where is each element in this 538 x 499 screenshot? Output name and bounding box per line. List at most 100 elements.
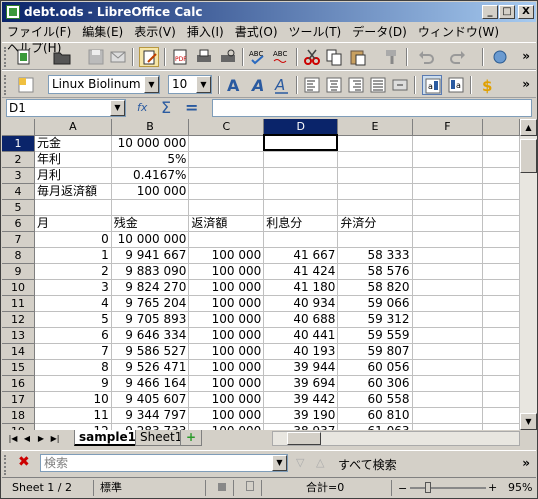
cell-empty[interactable] xyxy=(482,311,520,328)
cell-e8[interactable]: 58 333 xyxy=(337,247,413,264)
toolbar-overflow-icon[interactable]: » xyxy=(522,456,530,470)
cell-c19[interactable]: 100 000 xyxy=(188,423,265,430)
row-header[interactable]: 6 xyxy=(2,215,36,232)
cell-b15[interactable]: 9 526 471 xyxy=(111,359,190,376)
email-icon[interactable] xyxy=(108,47,128,67)
row-header[interactable]: 15 xyxy=(2,359,36,376)
cell-d7[interactable] xyxy=(263,231,339,248)
cell-b17[interactable]: 9 405 607 xyxy=(111,391,190,408)
zoom-out-icon[interactable]: − xyxy=(398,482,407,495)
paste-icon[interactable] xyxy=(348,47,368,67)
menu-format[interactable]: 書式(O) xyxy=(230,23,284,39)
cell-b14[interactable]: 9 586 527 xyxy=(111,343,190,360)
cell-e15[interactable]: 60 056 xyxy=(337,359,413,376)
cell-a9[interactable]: 2 xyxy=(34,263,112,280)
cell-empty[interactable] xyxy=(482,343,520,360)
row-header[interactable]: 3 xyxy=(2,167,36,184)
column-header-f[interactable]: F xyxy=(412,119,484,136)
zoom-in-icon[interactable]: + xyxy=(488,481,497,494)
cell-empty[interactable] xyxy=(412,167,484,184)
spellcheck-icon[interactable]: ABC xyxy=(248,47,268,67)
open-folder-icon[interactable] xyxy=(52,47,72,67)
cell-d13[interactable]: 40 441 xyxy=(263,327,339,344)
cell-b16[interactable]: 9 466 164 xyxy=(111,375,190,392)
column-header-b[interactable]: B xyxy=(111,119,190,136)
menu-edit[interactable]: 編集(E) xyxy=(77,23,129,39)
chevron-down-icon[interactable]: ▼ xyxy=(110,100,125,116)
cell-c10[interactable]: 100 000 xyxy=(188,279,265,296)
row-header[interactable]: 2 xyxy=(2,151,36,168)
cell-empty[interactable] xyxy=(412,231,484,248)
cell-b11[interactable]: 9 765 204 xyxy=(111,295,190,312)
cell-a8[interactable]: 1 xyxy=(34,247,112,264)
cell-b12[interactable]: 9 705 893 xyxy=(111,311,190,328)
cell-e12[interactable]: 59 312 xyxy=(337,311,413,328)
cell-d15[interactable]: 39 944 xyxy=(263,359,339,376)
prev-sheet-icon[interactable]: ◀ xyxy=(20,431,34,446)
scroll-thumb[interactable] xyxy=(520,139,537,173)
insert-mode-icon[interactable] xyxy=(214,480,234,496)
cell-empty[interactable] xyxy=(482,263,520,280)
column-header-e[interactable]: E xyxy=(337,119,413,136)
row-header[interactable]: 14 xyxy=(2,343,36,360)
cell-d6[interactable]: 利息分 xyxy=(263,215,339,232)
minimize-button[interactable]: _ xyxy=(482,5,498,19)
cell-d3[interactable] xyxy=(263,167,339,184)
cell-a15[interactable]: 8 xyxy=(34,359,112,376)
italic-icon[interactable]: A xyxy=(248,75,268,95)
print-preview-icon[interactable] xyxy=(218,47,238,67)
cell-e9[interactable]: 58 576 xyxy=(337,263,413,280)
cell-b1[interactable]: 10 000 000 xyxy=(111,135,190,152)
cell-empty[interactable] xyxy=(482,327,520,344)
justify-icon[interactable] xyxy=(368,75,388,95)
vertical-scrollbar[interactable]: ▲ ▼ xyxy=(520,119,537,430)
cell-c15[interactable]: 100 000 xyxy=(188,359,265,376)
cell-c16[interactable]: 100 000 xyxy=(188,375,265,392)
chevron-down-icon[interactable]: ▼ xyxy=(196,76,211,93)
cell-d16[interactable]: 39 694 xyxy=(263,375,339,392)
cell-empty[interactable] xyxy=(412,311,484,328)
ltr-icon[interactable]: a xyxy=(422,75,442,95)
cell-d2[interactable] xyxy=(263,151,339,168)
cell-d10[interactable]: 41 180 xyxy=(263,279,339,296)
row-header[interactable]: 13 xyxy=(2,327,36,344)
cell-c14[interactable]: 100 000 xyxy=(188,343,265,360)
row-header[interactable]: 12 xyxy=(2,311,36,328)
cell-empty[interactable] xyxy=(412,343,484,360)
cell-b7[interactable]: 10 000 000 xyxy=(111,231,190,248)
cell-d4[interactable] xyxy=(263,183,339,200)
cell-empty[interactable] xyxy=(412,135,484,152)
cell-a16[interactable]: 9 xyxy=(34,375,112,392)
toolbar-overflow-icon[interactable]: » xyxy=(522,49,530,63)
cell-e16[interactable]: 60 306 xyxy=(337,375,413,392)
cell-e17[interactable]: 60 558 xyxy=(337,391,413,408)
cell-b5[interactable] xyxy=(111,199,190,216)
bold-icon[interactable]: A xyxy=(224,75,244,95)
cell-d9[interactable]: 41 424 xyxy=(263,263,339,280)
cell-empty[interactable] xyxy=(482,359,520,376)
auto-spellcheck-icon[interactable]: ABC xyxy=(272,47,292,67)
cell-c4[interactable] xyxy=(188,183,265,200)
underline-icon[interactable]: A xyxy=(272,75,292,95)
cell-empty[interactable] xyxy=(482,135,520,152)
cell-empty[interactable] xyxy=(482,231,520,248)
cell-b19[interactable]: 9 283 733 xyxy=(111,423,190,430)
cell-empty[interactable] xyxy=(482,279,520,296)
cell-c7[interactable] xyxy=(188,231,265,248)
cell-c17[interactable]: 100 000 xyxy=(188,391,265,408)
cell-d1[interactable] xyxy=(263,135,339,152)
cell-a7[interactable]: 0 xyxy=(34,231,112,248)
cell-a12[interactable]: 5 xyxy=(34,311,112,328)
cell-empty[interactable] xyxy=(412,247,484,264)
name-box[interactable]: D1 ▼ xyxy=(6,99,126,117)
cell-empty[interactable] xyxy=(412,391,484,408)
scroll-down-icon[interactable]: ▼ xyxy=(520,413,537,430)
export-pdf-icon[interactable]: PDF xyxy=(170,47,190,67)
menu-view[interactable]: 表示(V) xyxy=(129,23,182,39)
cell-c2[interactable] xyxy=(188,151,265,168)
cell-a3[interactable]: 月利 xyxy=(34,167,112,184)
chevron-down-icon[interactable]: ▼ xyxy=(144,76,159,93)
cell-empty[interactable] xyxy=(412,423,484,430)
cell-e4[interactable] xyxy=(337,183,413,200)
cell-empty[interactable] xyxy=(482,423,520,430)
